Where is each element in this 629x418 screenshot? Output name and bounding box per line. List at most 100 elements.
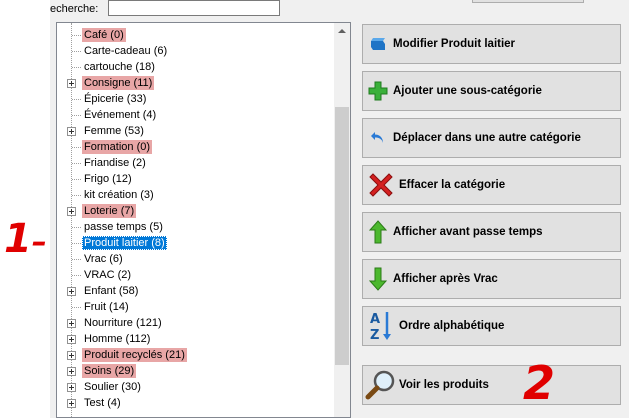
search-input[interactable] — [108, 0, 280, 16]
category-tree[interactable]: Café (0) Carte-cadeau (6) cartouche (18) Co… — [56, 22, 351, 418]
svg-text:Z: Z — [370, 328, 379, 342]
tree-node[interactable]: Consigne (11) — [57, 75, 335, 91]
delete-category-button[interactable]: Effacer la catégorie — [362, 165, 621, 205]
expand-plus-icon[interactable] — [67, 335, 76, 344]
tree-node[interactable]: Loterie (7) — [57, 203, 335, 219]
tree-node[interactable]: Nourriture (121) — [57, 315, 335, 331]
tree-branch-line — [72, 99, 81, 100]
tree-node-label[interactable]: Fruit (14) — [82, 300, 131, 314]
tree-node-label[interactable]: Soulier (30) — [82, 380, 143, 394]
show-before-button[interactable]: Afficher avant passe temps — [362, 212, 621, 252]
magnifier-icon — [363, 370, 399, 400]
tree-node-label[interactable]: Vrac (6) — [82, 252, 125, 266]
tree-node-label[interactable]: Carte-cadeau (6) — [82, 44, 169, 58]
tree-branch-line — [72, 147, 81, 148]
tree-node-label[interactable]: cartouche (18) — [82, 60, 157, 74]
tree-node[interactable]: Homme (112) — [57, 331, 335, 347]
expand-plus-icon[interactable] — [67, 319, 76, 328]
tree-node[interactable]: Produit laitier (8) — [57, 235, 335, 251]
tree-node-label[interactable]: Loterie (7) — [82, 204, 137, 218]
expand-plus-icon[interactable] — [67, 79, 76, 88]
move-category-label: Déplacer dans une autre catégorie — [393, 132, 581, 144]
tree-node[interactable]: Soulier (30) — [57, 379, 335, 395]
tree-branch-line — [72, 163, 81, 164]
tree-branch-line — [72, 307, 81, 308]
tree-node[interactable]: Frigo (12) — [57, 171, 335, 187]
tree-branch-line — [72, 115, 81, 116]
sort-az-icon: AZ — [363, 311, 399, 342]
tree-node-label[interactable]: Femme (53) — [82, 124, 146, 138]
show-after-button[interactable]: Afficher après Vrac — [362, 259, 621, 299]
tree-node-label[interactable]: passe temps (5) — [82, 220, 165, 234]
tree-node[interactable]: passe temps (5) — [57, 219, 335, 235]
modify-product-label: Modifier Produit laitier — [393, 38, 516, 50]
tree-node[interactable]: Événement (4) — [57, 107, 335, 123]
tree-node[interactable]: Vrac (6) — [57, 251, 335, 267]
tree-node-label[interactable]: kit création (3) — [82, 188, 156, 202]
tree-branch-line — [72, 195, 81, 196]
expand-plus-icon[interactable] — [67, 351, 76, 360]
arrow-up-icon — [363, 217, 393, 247]
expand-plus-icon[interactable] — [67, 287, 76, 296]
tree-node-label[interactable]: VRAC (2) — [82, 268, 133, 282]
tree-node-label[interactable]: Formation (0) — [82, 140, 153, 154]
move-category-button[interactable]: Déplacer dans une autre catégorie — [362, 118, 621, 158]
view-products-button[interactable]: Voir les produits — [362, 365, 621, 405]
tree-node-label[interactable]: Friandise (2) — [82, 156, 148, 170]
tree-scrollbar[interactable] — [334, 23, 350, 417]
tree-branch-line — [72, 179, 81, 180]
tree-node-label[interactable]: Enfant (58) — [82, 284, 140, 298]
tree-node-label[interactable]: Soins (29) — [82, 364, 137, 378]
tree-node-label[interactable]: Frigo (12) — [82, 172, 134, 186]
alphabetical-order-label: Ordre alphabétique — [399, 320, 505, 332]
add-subcategory-label: Ajouter une sous-catégorie — [393, 85, 542, 97]
tree-node[interactable]: Café (0) — [57, 27, 335, 43]
tree-branch-line — [72, 51, 81, 52]
annotation-one-dash: – — [31, 225, 47, 260]
tree-node-label[interactable]: Produit laitier (8) — [82, 236, 167, 250]
tree-node-label[interactable]: Test (4) — [82, 396, 123, 410]
tree-node[interactable]: Soins (29) — [57, 363, 335, 379]
tree-node-label[interactable]: Épicerie (33) — [82, 92, 148, 106]
tree-branch-line — [72, 67, 81, 68]
alphabetical-order-button[interactable]: AZ Ordre alphabétique — [362, 306, 621, 346]
annotation-one-text: 1 — [4, 216, 32, 262]
annotation-one: 1– — [4, 216, 47, 262]
tree-branch-line — [72, 227, 81, 228]
tree-node[interactable]: kit création (3) — [57, 187, 335, 203]
tree-node-label[interactable]: Produit recyclés (21) — [82, 348, 187, 362]
tree-node-label[interactable]: Consigne (11) — [82, 76, 155, 90]
tree-node-label[interactable]: Homme (112) — [82, 332, 152, 346]
tree-node[interactable]: Femme (53) — [57, 123, 335, 139]
tree-node[interactable]: Produit recyclés (21) — [57, 347, 335, 363]
expand-plus-icon[interactable] — [67, 127, 76, 136]
delete-category-label: Effacer la catégorie — [399, 179, 506, 191]
tree-node[interactable]: VRAC (2) — [57, 267, 335, 283]
expand-plus-icon[interactable] — [67, 399, 76, 408]
scroll-thumb[interactable] — [335, 107, 349, 365]
search-label: echerche: — [50, 3, 99, 15]
annotation-two: 2 — [523, 356, 556, 410]
tree-node-label[interactable]: Événement (4) — [82, 108, 158, 122]
tree-node-label[interactable]: Café (0) — [82, 28, 126, 42]
arrow-down-icon — [363, 264, 393, 294]
expand-plus-icon[interactable] — [67, 367, 76, 376]
tree-node[interactable]: Fruit (14) — [57, 299, 335, 315]
add-subcategory-button[interactable]: Ajouter une sous-catégorie — [362, 71, 621, 111]
expand-plus-icon[interactable] — [67, 383, 76, 392]
scroll-up-arrow-icon[interactable] — [334, 23, 350, 40]
tree-node[interactable]: Friandise (2) — [57, 155, 335, 171]
tree-node[interactable]: Enfant (58) — [57, 283, 335, 299]
tree-node[interactable]: Carte-cadeau (6) — [57, 43, 335, 59]
top-button-edge[interactable] — [472, 0, 584, 3]
tree-node[interactable]: Test (4) — [57, 395, 335, 411]
show-before-label: Afficher avant passe temps — [393, 226, 543, 238]
modify-product-button[interactable]: Modifier Produit laitier — [362, 24, 621, 64]
tree-node[interactable]: Épicerie (33) — [57, 91, 335, 107]
tree-branch-line — [72, 275, 81, 276]
expand-plus-icon[interactable] — [67, 207, 76, 216]
tree-node[interactable]: Formation (0) — [57, 139, 335, 155]
tree-node-label[interactable]: Nourriture (121) — [82, 316, 164, 330]
delete-x-icon — [363, 170, 399, 200]
tree-node[interactable]: cartouche (18) — [57, 59, 335, 75]
